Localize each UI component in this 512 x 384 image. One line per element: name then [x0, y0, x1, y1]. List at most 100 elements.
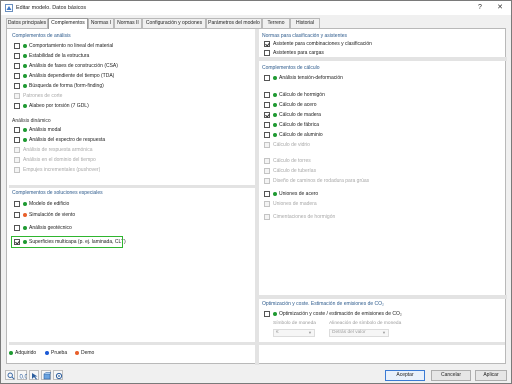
currency-align-select[interactable]: Detrás del valor ▼ [329, 329, 389, 337]
option-label: Cálculo de vidrio [273, 142, 310, 148]
acquired-dot-icon [273, 133, 277, 137]
checkbox[interactable] [264, 41, 270, 47]
acquired-dot-icon [23, 64, 27, 68]
tab-historial[interactable]: Historial [290, 18, 320, 28]
option-label: Diseño de caminos de rodadura para grúas [273, 178, 370, 184]
checkbox[interactable] [14, 103, 20, 109]
checkbox[interactable] [14, 127, 20, 133]
special-panel: Complementos de soluciones especiales Mo… [9, 188, 253, 342]
calc-title: Complementos de cálculo [262, 65, 320, 71]
option-label: Cálculo de tuberías [273, 168, 317, 174]
zoom-icon[interactable] [5, 370, 15, 380]
checkbox[interactable] [14, 53, 20, 59]
option-label: Asistente para combinaciones y clasifica… [273, 41, 372, 47]
acquired-dot-icon [23, 74, 27, 78]
checkbox[interactable] [14, 43, 20, 49]
option-label: Análisis geotécnico [29, 225, 72, 231]
special-title: Complementos de soluciones especiales [12, 190, 103, 196]
checkbox[interactable] [14, 212, 20, 218]
calc-panel: Complementos de cálculo Análisis tensión… [259, 61, 505, 295]
cancel-button[interactable]: Cancelar [431, 370, 471, 381]
chevron-down-icon: ▼ [308, 330, 312, 335]
apply-button[interactable]: Aplicar [475, 370, 507, 381]
option-label: Búsqueda de forma (form-finding) [29, 83, 104, 89]
checkbox [264, 158, 270, 164]
option-label: Análisis de respuesta armónica [23, 147, 93, 153]
analysis-title: Complementos de análisis [12, 33, 71, 39]
checkbox [264, 178, 270, 184]
dynamic-title: Análisis dinámico [12, 118, 51, 124]
checkbox[interactable] [14, 73, 20, 79]
acquired-dot-icon [23, 202, 27, 206]
tab-terreno[interactable]: Terreno [262, 18, 290, 28]
acquired-dot-icon [273, 113, 277, 117]
co2-label: Optimización y coste / estimación de emi… [279, 311, 402, 317]
acquired-dot-icon [273, 312, 277, 316]
highlight-frame [11, 236, 123, 248]
checkbox [14, 93, 20, 99]
checkbox [14, 167, 20, 173]
accept-button[interactable]: Aceptar [385, 370, 425, 381]
tab-configuracion[interactable]: Configuración y opciones [142, 18, 206, 28]
checkbox[interactable] [14, 63, 20, 69]
chevron-down-icon: ▼ [382, 330, 386, 335]
checkbox[interactable] [264, 75, 270, 81]
window-title: Editar modelo. Datos básicos [16, 5, 87, 11]
acquired-dot-icon [9, 351, 13, 355]
checkbox[interactable] [264, 92, 270, 98]
norms-title: Normas para clasificación y asistentes [262, 33, 348, 39]
tab-bar: Datos principales Complementos Normas I … [6, 18, 506, 29]
option-label: Cálculo de madera [279, 112, 321, 118]
legend: Adquirido Prueba Demo [7, 344, 252, 361]
co2-panel: Optimización y coste. Estimación de emis… [259, 299, 505, 343]
help-button[interactable]: ? [471, 2, 489, 14]
settings-icon[interactable] [53, 370, 63, 380]
option-label: Análisis del espectro de respuesta [29, 137, 106, 143]
option-label: Uniones de madera [273, 201, 317, 207]
checkbox[interactable] [264, 112, 270, 118]
option-label: Cálculo de acero [279, 102, 317, 108]
option-label: Análisis modal [29, 127, 62, 133]
dialog-window: Editar modelo. Datos básicos ? ✕ Datos p… [0, 0, 512, 384]
checkbox[interactable] [264, 122, 270, 128]
tab-datos-principales[interactable]: Datos principales [6, 18, 48, 28]
option-label: Comportamiento no lineal del material [29, 43, 114, 49]
checkbox[interactable] [264, 102, 270, 108]
checkbox[interactable] [264, 50, 270, 56]
checkbox[interactable] [264, 191, 270, 197]
checkbox[interactable] [14, 83, 20, 89]
currency-symbol-select[interactable]: € ▼ [273, 329, 315, 337]
acquired-dot-icon [23, 44, 27, 48]
demo-dot-icon [75, 351, 79, 355]
acquired-dot-icon [23, 54, 27, 58]
acquired-dot-icon [273, 93, 277, 97]
tab-complementos[interactable]: Complementos [48, 18, 88, 29]
tab-normas-i[interactable]: Normas I [88, 18, 114, 28]
currency-align-value: Detrás del valor [332, 330, 366, 335]
checkbox[interactable] [14, 225, 20, 231]
acquired-dot-icon [273, 192, 277, 196]
acquired-dot-icon [23, 226, 27, 230]
option-label: Modelo de edificio [29, 201, 70, 207]
option-label: Cálculo de aluminio [279, 132, 323, 138]
co2-title: Optimización y coste. Estimación de emis… [262, 301, 384, 307]
trial-dot-icon [45, 351, 49, 355]
checkbox [14, 157, 20, 163]
checkbox[interactable] [264, 132, 270, 138]
co2-checkbox[interactable] [264, 311, 270, 317]
close-button[interactable]: ✕ [491, 2, 509, 14]
tab-normas-ii[interactable]: Normas II [114, 18, 142, 28]
number-icon[interactable]: 0.0 [17, 370, 27, 380]
pointer-icon[interactable] [29, 370, 39, 380]
currency-align-label: Alineación de símbolo de moneda [329, 321, 402, 326]
checkbox[interactable] [14, 201, 20, 207]
checkbox [264, 201, 270, 207]
svg-text:0.0: 0.0 [20, 375, 28, 381]
tab-parametros-modelo[interactable]: Parámetros del modelo [206, 18, 262, 28]
currency-symbol-value: € [276, 330, 279, 335]
option-label: Patrones de corte [23, 93, 63, 99]
empty-panel [259, 345, 505, 363]
currency-symbol-label: Símbolo de moneda [273, 321, 316, 326]
model-icon[interactable] [41, 370, 51, 380]
checkbox[interactable] [14, 137, 20, 143]
